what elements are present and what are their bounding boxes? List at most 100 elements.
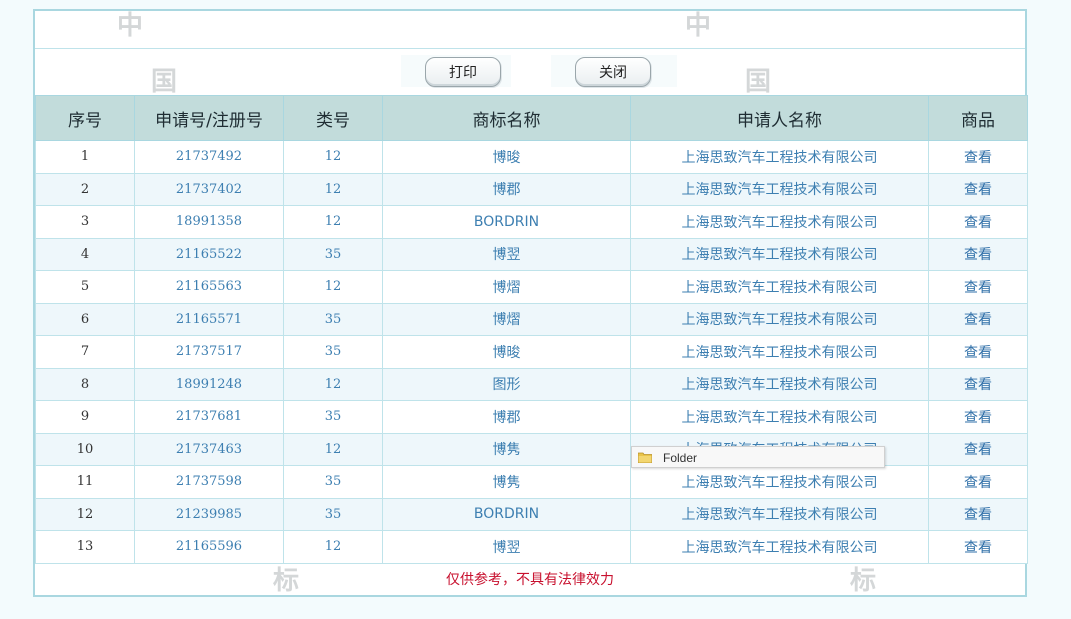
view-goods-link[interactable]: 查看	[928, 400, 1028, 434]
watermark-glyph: 标	[850, 566, 877, 596]
cell-trademark-name: BORDRIN	[382, 205, 631, 239]
table-row: 12 21239985 35 BORDRIN 上海思致汽车工程技术有限公司 查看	[35, 497, 1028, 531]
cell-seq: 3	[35, 205, 135, 239]
cell-class: 12	[283, 172, 383, 206]
cell-reg-no: 21737681	[134, 400, 284, 434]
header-goods: 商品	[928, 95, 1028, 141]
cell-class: 12	[283, 270, 383, 304]
watermark-glyph: 标	[273, 566, 300, 596]
cell-applicant: 上海思致汽车工程技术有限公司	[630, 205, 929, 239]
cell-applicant: 上海思致汽车工程技术有限公司	[630, 465, 929, 499]
table-row: 4 21165522 35 博翌 上海思致汽车工程技术有限公司 查看	[35, 237, 1028, 271]
print-button[interactable]: 打印	[425, 57, 501, 87]
cell-trademark-name: 博郡	[382, 400, 631, 434]
cell-class: 12	[283, 432, 383, 466]
cell-trademark-name: 博隽	[382, 465, 631, 499]
folder-tooltip: Folder	[631, 446, 885, 468]
cell-seq: 9	[35, 400, 135, 434]
cell-applicant: 上海思致汽车工程技术有限公司	[630, 400, 929, 434]
cell-applicant: 上海思致汽车工程技术有限公司	[630, 172, 929, 206]
folder-icon	[638, 452, 652, 463]
cell-class: 35	[283, 302, 383, 336]
cell-reg-no: 21165563	[134, 270, 284, 304]
header-seq: 序号	[35, 95, 135, 141]
cell-seq: 1	[35, 140, 135, 174]
results-frame: 中 中 国 国 打印 关闭 序号 申请号/注册号 类号 商标名称 申请人名称 商…	[33, 9, 1028, 597]
cell-applicant: 上海思致汽车工程技术有限公司	[630, 367, 929, 401]
cell-reg-no: 18991358	[134, 205, 284, 239]
cell-trademark-name: 博郡	[382, 172, 631, 206]
table-row: 3 18991358 12 BORDRIN 上海思致汽车工程技术有限公司 查看	[35, 205, 1028, 239]
view-goods-link[interactable]: 查看	[928, 367, 1028, 401]
view-goods-link[interactable]: 查看	[928, 335, 1028, 369]
cell-class: 35	[283, 237, 383, 271]
header-reg-no: 申请号/注册号	[134, 95, 284, 141]
view-goods-link[interactable]: 查看	[928, 432, 1028, 466]
cell-applicant: 上海思致汽车工程技术有限公司	[630, 497, 929, 531]
cell-applicant: 上海思致汽车工程技术有限公司	[630, 237, 929, 271]
cell-reg-no: 21165571	[134, 302, 284, 336]
cell-trademark-name: 博隽	[382, 432, 631, 466]
close-button-area: 关闭	[551, 55, 677, 87]
cell-reg-no: 21737463	[134, 432, 284, 466]
view-goods-link[interactable]: 查看	[928, 140, 1028, 174]
table-row: 9 21737681 35 博郡 上海思致汽车工程技术有限公司 查看	[35, 400, 1028, 434]
cell-reg-no: 21239985	[134, 497, 284, 531]
cell-class: 35	[283, 497, 383, 531]
cell-class: 35	[283, 335, 383, 369]
cell-reg-no: 21737598	[134, 465, 284, 499]
cell-trademark-name: 博晙	[382, 335, 631, 369]
cell-seq: 13	[35, 530, 135, 564]
toolbar: 国 国 打印 关闭	[35, 49, 1025, 95]
watermark-glyph: 国	[745, 67, 772, 97]
view-goods-link[interactable]: 查看	[928, 270, 1028, 304]
cell-class: 12	[283, 140, 383, 174]
cell-trademark-name: 图形	[382, 367, 631, 401]
view-goods-link[interactable]: 查看	[928, 237, 1028, 271]
table-row: 8 18991248 12 图形 上海思致汽车工程技术有限公司 查看	[35, 367, 1028, 401]
cell-applicant: 上海思致汽车工程技术有限公司	[630, 270, 929, 304]
watermark-glyph: 中	[685, 11, 712, 41]
table-row: 6 21165571 35 博熠 上海思致汽车工程技术有限公司 查看	[35, 302, 1028, 336]
view-goods-link[interactable]: 查看	[928, 172, 1028, 206]
cell-trademark-name: 博翌	[382, 237, 631, 271]
cell-reg-no: 18991248	[134, 367, 284, 401]
view-goods-link[interactable]: 查看	[928, 530, 1028, 564]
cell-reg-no: 21165596	[134, 530, 284, 564]
cell-reg-no: 21737402	[134, 172, 284, 206]
cell-seq: 5	[35, 270, 135, 304]
header-class: 类号	[283, 95, 383, 141]
cell-reg-no: 21737517	[134, 335, 284, 369]
view-goods-link[interactable]: 查看	[928, 465, 1028, 499]
trademark-table: 序号 申请号/注册号 类号 商标名称 申请人名称 商品 1 21737492 12 博…	[35, 95, 1028, 564]
cell-seq: 2	[35, 172, 135, 206]
view-goods-link[interactable]: 查看	[928, 205, 1028, 239]
cell-seq: 4	[35, 237, 135, 271]
cell-seq: 7	[35, 335, 135, 369]
cell-class: 12	[283, 367, 383, 401]
cell-trademark-name: 博熠	[382, 302, 631, 336]
cell-trademark-name: 博熠	[382, 270, 631, 304]
view-goods-link[interactable]: 查看	[928, 497, 1028, 531]
disclaimer-text: 仅供参考，不具有法律效力	[446, 572, 614, 588]
cell-trademark-name: 博晙	[382, 140, 631, 174]
cell-class: 35	[283, 465, 383, 499]
table-row: 1 21737492 12 博晙 上海思致汽车工程技术有限公司 查看	[35, 140, 1028, 174]
table-header-row: 序号 申请号/注册号 类号 商标名称 申请人名称 商品	[35, 95, 1028, 141]
table-row: 13 21165596 12 博翌 上海思致汽车工程技术有限公司 查看	[35, 530, 1028, 564]
view-goods-link[interactable]: 查看	[928, 302, 1028, 336]
cell-applicant: 上海思致汽车工程技术有限公司	[630, 302, 929, 336]
close-button[interactable]: 关闭	[575, 57, 651, 87]
table-row: 2 21737402 12 博郡 上海思致汽车工程技术有限公司 查看	[35, 172, 1028, 206]
cell-class: 12	[283, 530, 383, 564]
print-button-area: 打印	[401, 55, 511, 87]
table-row: 11 21737598 35 博隽 上海思致汽车工程技术有限公司 查看	[35, 465, 1028, 499]
cell-seq: 10	[35, 432, 135, 466]
top-band: 中 中	[35, 11, 1025, 49]
cell-reg-no: 21165522	[134, 237, 284, 271]
cell-seq: 11	[35, 465, 135, 499]
cell-applicant: 上海思致汽车工程技术有限公司	[630, 140, 929, 174]
cell-class: 35	[283, 400, 383, 434]
cell-seq: 8	[35, 367, 135, 401]
header-applicant: 申请人名称	[630, 95, 929, 141]
